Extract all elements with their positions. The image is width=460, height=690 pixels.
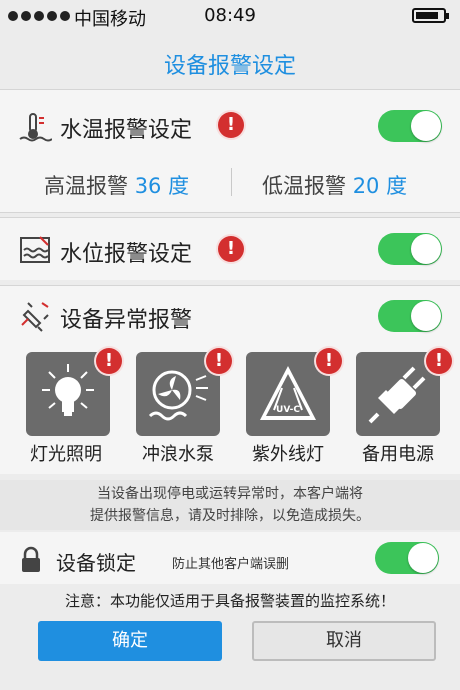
low-temp-label: 低温报警 xyxy=(262,174,346,198)
divider xyxy=(231,168,232,196)
thermometer-water-icon xyxy=(19,113,52,142)
uv-c-label: UV-C xyxy=(276,405,300,415)
device-abnormal-title: 设备异常报警 xyxy=(60,308,193,333)
divider xyxy=(0,212,460,213)
status-bar: 中国移动 08:49 xyxy=(0,0,460,32)
notice-line-2: 提供报警信息，请及时排除，以免造成损失。 xyxy=(90,508,370,524)
device-wave-pump[interactable]: ! xyxy=(136,348,232,436)
warning-text: 注意：本功能仅适用于具备报警装置的监控系统！ xyxy=(64,592,395,610)
device-power-label: 备用电源 xyxy=(362,444,434,465)
device-uv-lamp[interactable]: UV-C ! xyxy=(246,348,342,436)
alert-icon: ! xyxy=(206,348,232,374)
device-light[interactable]: ! xyxy=(26,348,122,436)
high-temp-label: 高温报警 xyxy=(44,174,128,198)
low-temp-value: 20 xyxy=(352,174,380,198)
confirm-button[interactable]: 确定 xyxy=(38,621,222,661)
water-level-title: 水位报警设定 xyxy=(60,242,193,267)
divider xyxy=(0,217,460,218)
high-temp-setting[interactable]: 高温报警 36 度 xyxy=(44,170,189,200)
water-temp-title: 水温报警设定 xyxy=(60,118,193,143)
water-level-toggle[interactable] xyxy=(378,233,442,265)
high-temp-value: 36 xyxy=(134,174,162,198)
device-uv-lamp-label: 紫外线灯 xyxy=(252,444,324,465)
lock-subtitle: 防止其他客户端误删 xyxy=(172,557,290,572)
alert-icon: ! xyxy=(218,236,244,262)
lock-icon xyxy=(22,546,40,572)
divider xyxy=(0,89,460,90)
battery-icon xyxy=(412,8,449,23)
high-temp-unit: 度 xyxy=(168,174,190,198)
water-temp-toggle[interactable] xyxy=(378,110,442,142)
alert-icon: ! xyxy=(426,348,452,374)
lock-title: 设备锁定 xyxy=(56,551,136,575)
cancel-button[interactable]: 取消 xyxy=(252,621,436,661)
low-temp-setting[interactable]: 低温报警 20 度 xyxy=(262,170,407,200)
device-power[interactable]: ! xyxy=(356,348,452,436)
broken-plug-icon xyxy=(21,302,49,332)
alert-icon: ! xyxy=(316,348,342,374)
lock-toggle[interactable] xyxy=(375,542,439,574)
divider xyxy=(0,285,460,286)
alert-icon: ! xyxy=(96,348,122,374)
low-temp-unit: 度 xyxy=(386,174,408,198)
notice-line-1: 当设备出现停电或运转异常时，本客户端将 xyxy=(97,486,363,502)
notice-text: 当设备出现停电或运转异常时，本客户端将 提供报警信息，请及时排除，以免造成损失。 xyxy=(0,480,460,530)
device-abnormal-toggle[interactable] xyxy=(378,300,442,332)
device-light-label: 灯光照明 xyxy=(30,444,102,465)
device-wave-pump-label: 冲浪水泵 xyxy=(142,444,214,465)
page-title: 设备报警设定 xyxy=(163,54,296,79)
water-level-icon xyxy=(20,236,50,263)
alert-icon: ! xyxy=(218,112,244,138)
status-time: 08:49 xyxy=(204,5,256,26)
